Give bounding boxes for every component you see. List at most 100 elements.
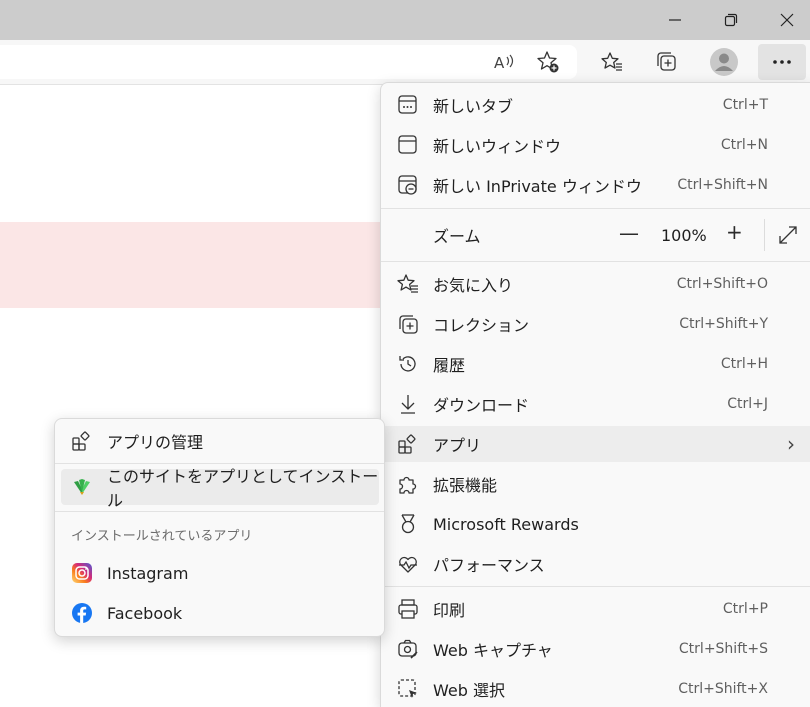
shortcut-text: Ctrl+Shift+N: [677, 177, 768, 193]
shortcut-text: Ctrl+Shift+O: [676, 276, 768, 292]
collections-icon: [657, 52, 676, 71]
zoom-label: ズーム: [433, 227, 481, 246]
add-favorite-icon: [537, 51, 559, 73]
menu-item-web-select[interactable]: Web 選択 Ctrl+Shift+X: [381, 671, 810, 707]
menu-item-collections[interactable]: コレクション Ctrl+Shift+Y: [381, 306, 810, 342]
shortcut-text: Ctrl+J: [727, 396, 768, 412]
address-bar[interactable]: A: [0, 45, 577, 79]
installed-app-item[interactable]: Facebook: [61, 595, 379, 631]
apps-icon: [398, 434, 416, 454]
settings-menu: 新しいタブ Ctrl+T 新しいウィンドウ Ctrl+N 新しい InPriva…: [380, 82, 810, 707]
more-dots-icon: [773, 60, 791, 64]
collections-icon: [399, 315, 418, 334]
menu-item-label: ダウンロード: [433, 396, 530, 415]
apps-submenu: アプリの管理 このサイトをアプリとしてインストール インストールされているアプリ: [54, 418, 385, 637]
menu-item-web-capture[interactable]: Web キャプチャ Ctrl+Shift+S: [381, 631, 810, 667]
menu-item-favorites[interactable]: お気に入り Ctrl+Shift+O: [381, 266, 810, 302]
shortcut-text: Ctrl+Shift+Y: [679, 316, 768, 332]
settings-more-button[interactable]: [758, 44, 806, 80]
menu-item-new-inprivate[interactable]: 新しい InPrivate ウィンドウ Ctrl+Shift+N: [381, 167, 810, 203]
fullscreen-button[interactable]: [777, 224, 799, 246]
shortcut-text: Ctrl+N: [720, 137, 768, 153]
profile-button[interactable]: [706, 44, 742, 80]
restore-button[interactable]: [702, 0, 760, 40]
submenu-item-label: このサイトをアプリとしてインストール: [107, 467, 379, 510]
history-icon: [399, 356, 416, 372]
menu-item-label: お気に入り: [433, 276, 514, 295]
menu-item-label: Web 選択: [433, 681, 505, 700]
menu-item-new-window[interactable]: 新しいウィンドウ Ctrl+N: [381, 127, 810, 163]
page-content-divider: [0, 84, 390, 85]
shortcut-text: Ctrl+H: [720, 356, 768, 372]
shortcut-text: Ctrl+Shift+X: [678, 681, 768, 697]
menu-item-print[interactable]: 印刷 Ctrl+P: [381, 591, 810, 627]
svg-text:A: A: [494, 54, 505, 72]
fullscreen-icon: [779, 226, 797, 244]
site-app-icon: [74, 479, 90, 495]
menu-item-label: パフォーマンス: [433, 556, 545, 575]
shortcut-text: Ctrl+Shift+S: [678, 641, 768, 657]
installed-app-label: Instagram: [107, 563, 189, 583]
facebook-icon: [72, 603, 92, 623]
new-tab-icon: [398, 95, 417, 114]
menu-item-zoom: ズーム — 100% +: [381, 217, 810, 253]
menu-item-apps[interactable]: アプリ ›: [381, 426, 810, 462]
menu-item-label: 新しいウィンドウ: [433, 137, 562, 156]
add-favorite-button[interactable]: [530, 44, 566, 80]
zoom-level: 100%: [661, 225, 707, 245]
installed-apps-header: インストールされているアプリ: [71, 529, 253, 544]
menu-separator: [381, 208, 810, 209]
shortcut-text: Ctrl+P: [722, 601, 768, 617]
chevron-right-icon: ›: [787, 432, 795, 456]
submenu-item-label: アプリの管理: [107, 433, 204, 452]
submenu-item-manage-apps[interactable]: アプリの管理: [61, 423, 379, 459]
menu-item-history[interactable]: 履歴 Ctrl+H: [381, 346, 810, 382]
close-window-button[interactable]: [758, 0, 810, 40]
menu-item-new-tab[interactable]: 新しいタブ Ctrl+T: [381, 87, 810, 123]
zoom-in-button[interactable]: +: [726, 220, 743, 244]
menu-item-label: 印刷: [433, 601, 466, 620]
menu-item-label: Web キャプチャ: [433, 641, 553, 660]
close-icon: [780, 13, 794, 27]
restore-icon: [724, 13, 738, 27]
menu-item-label: アプリ: [433, 436, 482, 455]
print-icon: [398, 599, 418, 619]
submenu-item-install-site[interactable]: このサイトをアプリとしてインストール: [61, 467, 379, 510]
read-aloud-icon: A: [494, 54, 514, 72]
browser-toolbar: A: [0, 40, 810, 84]
menu-item-rewards[interactable]: Microsoft Rewards: [381, 506, 810, 542]
menu-item-label: 履歴: [433, 356, 466, 375]
favorites-button[interactable]: [594, 44, 630, 80]
read-aloud-button[interactable]: A: [486, 44, 522, 80]
new-window-icon: [398, 135, 417, 154]
extensions-icon: [399, 476, 417, 494]
installed-app-label: Facebook: [107, 603, 183, 623]
web-select-icon: [398, 679, 417, 698]
inprivate-icon: [398, 175, 417, 195]
menu-item-label: 新しい InPrivate ウィンドウ: [433, 177, 642, 196]
menu-separator: [381, 261, 810, 262]
menu-item-downloads[interactable]: ダウンロード Ctrl+J: [381, 386, 810, 422]
submenu-separator: [55, 511, 384, 512]
menu-item-label: Microsoft Rewards: [433, 514, 579, 534]
favorites-icon: [397, 274, 418, 293]
menu-item-extensions[interactable]: 拡張機能: [381, 466, 810, 502]
menu-item-label: 拡張機能: [433, 476, 498, 495]
zoom-out-button[interactable]: —: [619, 221, 639, 245]
menu-separator: [381, 586, 810, 587]
menu-item-performance[interactable]: パフォーマンス: [381, 546, 810, 582]
performance-heart-icon: [399, 556, 417, 573]
installed-app-item[interactable]: Instagram: [61, 555, 379, 591]
title-bar: [0, 0, 810, 40]
collections-button[interactable]: [649, 44, 685, 80]
page-content-band: [0, 222, 390, 308]
minimize-icon: [669, 19, 681, 21]
instagram-icon: [72, 563, 92, 583]
apps-icon: [72, 431, 90, 451]
web-capture-icon: [398, 639, 418, 659]
profile-avatar-icon: [710, 48, 738, 76]
shortcut-text: Ctrl+T: [722, 97, 768, 113]
minimize-button[interactable]: [646, 0, 704, 40]
menu-item-label: コレクション: [433, 316, 530, 335]
favorites-icon: [601, 52, 622, 71]
